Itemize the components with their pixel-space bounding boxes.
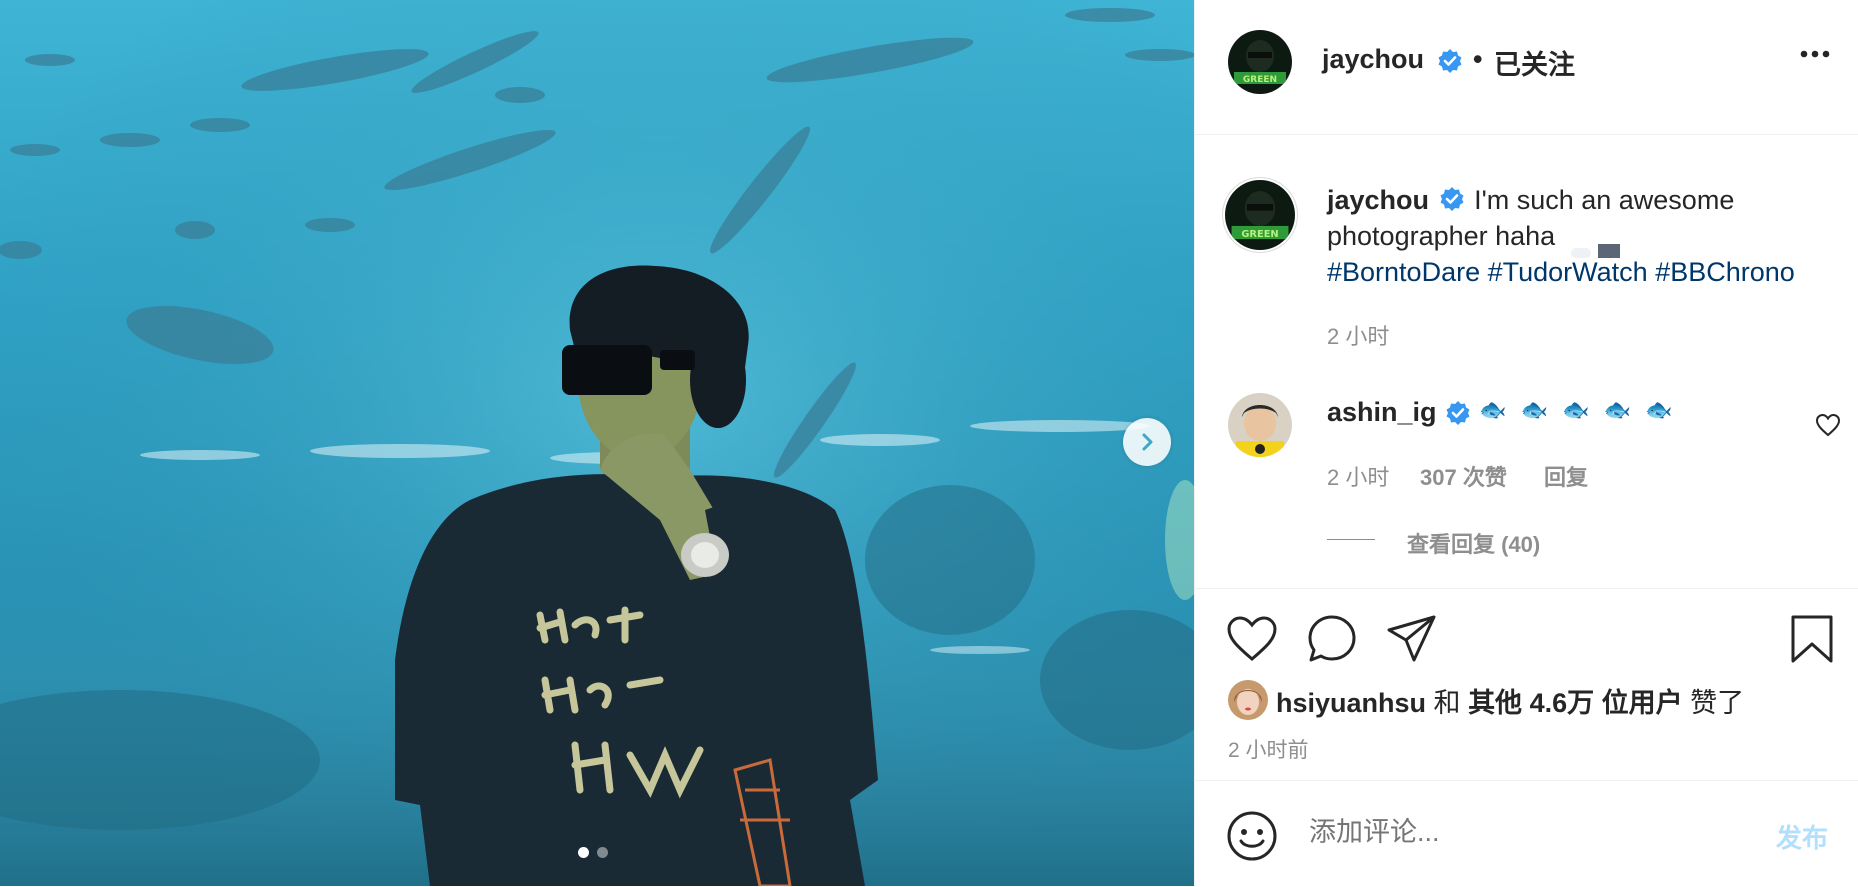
emoji-icon[interactable] bbox=[1226, 810, 1278, 862]
svg-text:GREEN: GREEN bbox=[1241, 229, 1278, 240]
caption-time[interactable]: 2 小时 bbox=[1327, 319, 1389, 351]
hashtag-borntodare[interactable]: #BorntoDare bbox=[1327, 257, 1480, 287]
more-icon[interactable] bbox=[1800, 50, 1830, 58]
post-comment-button[interactable]: 发布 bbox=[1776, 818, 1828, 855]
caption-username[interactable]: jaychou bbox=[1327, 185, 1429, 215]
carousel-indicator bbox=[578, 847, 608, 858]
caption-emoji bbox=[1570, 231, 1643, 258]
verified-icon bbox=[1438, 49, 1462, 73]
verified-icon bbox=[1440, 186, 1464, 211]
likes-and: 和 bbox=[1433, 688, 1461, 718]
likes-others-link[interactable]: 其他 4.6万 位用户 bbox=[1468, 688, 1683, 718]
aquarium-scene bbox=[0, 0, 1195, 886]
follow-status-button[interactable]: 已关注 bbox=[1494, 43, 1575, 82]
verified-icon bbox=[1446, 401, 1470, 425]
commenter-avatar[interactable] bbox=[1228, 393, 1292, 457]
replies-divider bbox=[1327, 539, 1375, 540]
avatar-image: GREEN bbox=[1228, 30, 1292, 94]
heart-icon[interactable] bbox=[1815, 413, 1841, 437]
comment-reply-button[interactable]: 回复 bbox=[1544, 460, 1588, 492]
heart-icon[interactable] bbox=[1226, 615, 1278, 663]
avatar-image bbox=[1228, 393, 1292, 457]
share-icon[interactable] bbox=[1386, 614, 1438, 664]
comment-input[interactable] bbox=[1307, 816, 1671, 849]
header-separator: • bbox=[1473, 44, 1483, 74]
hashtag-bbchrono[interactable]: #BBChrono bbox=[1655, 257, 1795, 287]
author-avatar[interactable]: GREEN bbox=[1228, 30, 1292, 94]
comment-text: 🐟 🐟 🐟 🐟 🐟 bbox=[1479, 397, 1677, 422]
carousel-dot bbox=[597, 847, 608, 858]
author-username[interactable]: jaychou bbox=[1322, 44, 1424, 75]
likes-suffix: 赞了 bbox=[1690, 688, 1745, 718]
save-icon[interactable] bbox=[1790, 614, 1834, 664]
carousel-next-button[interactable] bbox=[1123, 418, 1171, 466]
hashtag-tudorwatch[interactable]: #TudorWatch bbox=[1488, 257, 1648, 287]
comment-time[interactable]: 2 小时 bbox=[1327, 460, 1389, 492]
comment-likes[interactable]: 307 次赞 bbox=[1420, 460, 1507, 492]
carousel-dot-active bbox=[578, 847, 589, 858]
commenter-username[interactable]: ashin_ig bbox=[1327, 397, 1437, 428]
avatar-image bbox=[1228, 680, 1268, 720]
liker-avatar[interactable] bbox=[1228, 680, 1268, 720]
post-time[interactable]: 2 小时前 bbox=[1228, 734, 1309, 764]
likes-summary: hsiyuanhsu 和 其他 4.6万 位用户 赞了 bbox=[1276, 681, 1744, 720]
avatar-image: GREEN bbox=[1225, 180, 1295, 250]
liker-username[interactable]: hsiyuanhsu bbox=[1276, 688, 1426, 718]
caption: jaychou I'm such an awesome photographer… bbox=[1327, 182, 1847, 290]
caption-author-avatar[interactable]: GREEN bbox=[1225, 180, 1295, 250]
post-modal: GREEN jaychou • 已关注 GREEN jaychou I'm su… bbox=[0, 0, 1858, 886]
post-photo[interactable] bbox=[0, 0, 1195, 886]
svg-text:GREEN: GREEN bbox=[1243, 75, 1277, 85]
chevron-right-icon bbox=[1142, 433, 1153, 451]
view-replies-button[interactable]: 查看回复 (40) bbox=[1407, 527, 1540, 559]
comment-icon[interactable] bbox=[1306, 613, 1358, 665]
